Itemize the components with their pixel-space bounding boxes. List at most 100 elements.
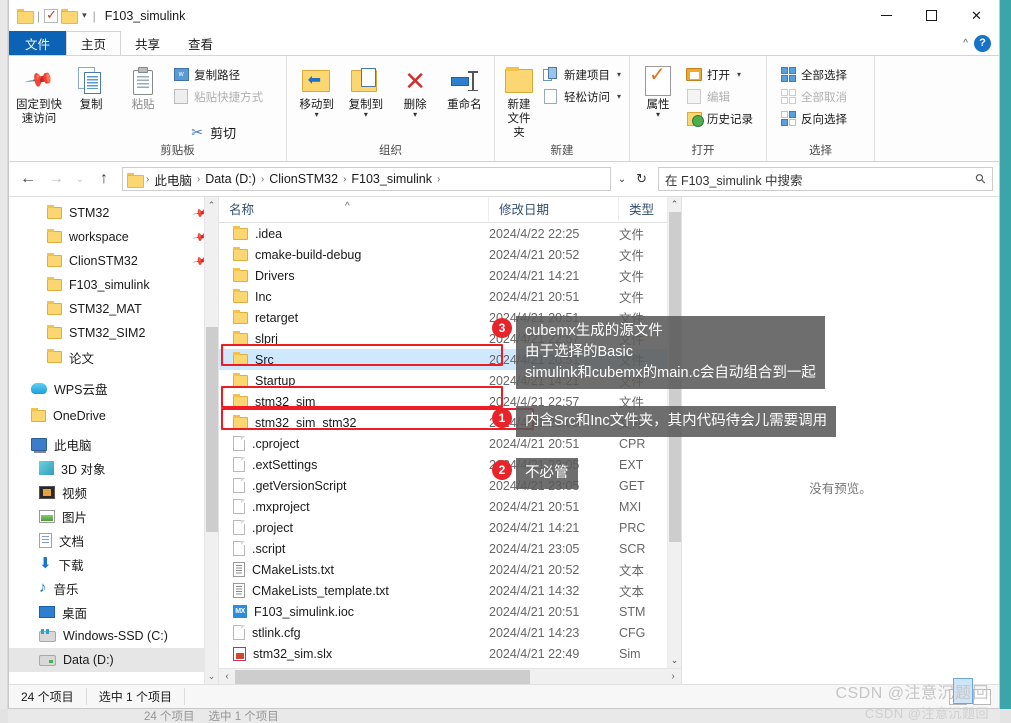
sidebar-item-music[interactable]: ♪ 音乐 [9,576,218,600]
navigation-pane-scrollbar[interactable]: ⌃ ⌄ [204,197,218,684]
tab-share[interactable]: 共享 [121,31,174,55]
recent-locations-button[interactable]: ⌄ [71,166,89,192]
chevron-down-icon[interactable]: ▾ [737,70,741,79]
sidebar-item-downloads[interactable]: ⬇ 下载 [9,552,218,576]
history-button[interactable]: 历史记录 [683,108,756,129]
paste-shortcut-button[interactable]: 粘贴快捷方式 [170,86,281,107]
breadcrumb-item-clionstm32[interactable]: ClionSTM32 [265,172,342,186]
edit-button[interactable]: 编辑 [683,86,756,107]
maximize-button[interactable] [909,0,954,31]
sidebar-item-lunwen[interactable]: 论文 [9,345,218,369]
breadcrumb-item-data-d[interactable]: Data (D:) [201,172,260,186]
scroll-up-icon[interactable]: ⌃ [668,197,681,212]
forward-button[interactable]: → [43,166,69,192]
sidebar-item-documents[interactable]: 文档 [9,528,218,552]
minimize-button[interactable] [864,0,909,31]
cut-button[interactable]: ✂ 剪切 [186,122,281,143]
sidebar-item-3d-objects[interactable]: 3D 对象 [9,456,218,480]
search-icon[interactable]: ⚲ [972,170,990,188]
table-row[interactable]: stm32_sim.slx 2024/4/21 22:49 Sim [219,643,681,664]
table-row[interactable]: Drivers 2024/4/21 14:21 文件 [219,265,681,286]
scroll-left-icon[interactable]: ‹ [219,671,235,682]
chevron-down-icon[interactable]: ⌄ [613,174,631,185]
sidebar-item-onedrive[interactable]: OneDrive [9,404,218,428]
copy-button[interactable]: 复制 [66,60,116,112]
sidebar-item-data-d[interactable]: Data (D:) [9,648,218,672]
breadcrumb-item-f103-simulink[interactable]: F103_simulink [347,172,436,186]
sidebar-item-clionstm32[interactable]: ClionSTM32 📌 [9,249,218,273]
open-button[interactable]: 打开 ▾ [683,64,756,85]
copy-to-button[interactable]: 复制到 ▾ [341,60,390,119]
refresh-icon[interactable]: ↻ [631,171,652,187]
select-none-button[interactable]: 全部取消 [777,86,850,107]
check-properties-icon[interactable] [44,7,59,23]
close-button[interactable]: ✕ [954,0,999,31]
column-header-name[interactable]: 名称 ^ [219,196,489,223]
chevron-down-icon[interactable]: ▾ [656,111,660,119]
select-all-button[interactable]: 全部选择 [777,64,850,85]
delete-button[interactable]: ✕ 删除 ▾ [391,60,440,119]
table-row[interactable]: .script 2024/4/21 23:05 SCR [219,538,681,559]
move-to-button[interactable]: ⬅ 移动到 ▾ [292,60,341,119]
scroll-down-icon[interactable]: ⌄ [668,653,681,668]
copy-path-button[interactable]: w 复制路径 [170,64,281,85]
tab-view[interactable]: 查看 [174,31,227,55]
hscrollbar-thumb[interactable] [235,670,530,684]
breadcrumb-separator[interactable]: › [436,174,441,185]
rename-button[interactable]: 重命名 [440,60,489,112]
sidebar-item-stm32-sim2[interactable]: STM32_SIM2 [9,321,218,345]
scroll-down-icon[interactable]: ⌄ [205,668,218,684]
new-item-button[interactable]: 新建项目 ▾ [540,64,624,85]
file-list-hscrollbar[interactable]: ‹ › [219,668,681,684]
paste-button[interactable]: 粘贴 [118,60,168,112]
chevron-down-icon[interactable]: ▾ [617,92,621,101]
column-header-date[interactable]: 修改日期 [489,196,619,223]
table-row[interactable]: .mxproject 2024/4/21 20:51 MXI [219,496,681,517]
scrollbar-thumb[interactable] [206,327,218,532]
search-input[interactable]: 在 F103_simulink 中搜索 ⚲ [658,167,993,191]
back-button[interactable]: ← [15,166,41,192]
delete-icon: ✕ [404,66,427,96]
sidebar-item-wps-cloud[interactable]: WPS云盘 [9,376,218,400]
sidebar-item-windows-ssd-c[interactable]: Windows-SSD (C:) [9,624,218,648]
sidebar-item-stm32-mat[interactable]: STM32_MAT [9,297,218,321]
invert-selection-button[interactable]: 反向选择 [777,108,850,129]
easy-access-button[interactable]: 轻松访问 ▾ [540,86,624,107]
address-bar[interactable]: › 此电脑 › Data (D:) › ClionSTM32 › F103_si… [122,167,611,191]
new-folder-quick-icon[interactable] [61,9,79,24]
chevron-down-icon[interactable]: ▾ [617,70,621,79]
table-row[interactable]: .project 2024/4/21 14:21 PRC [219,517,681,538]
table-row[interactable]: .extSettings 2024/4/21 23:05 EXT [219,454,681,475]
help-icon[interactable]: ? [974,34,991,52]
sidebar-item-videos[interactable]: 视频 [9,480,218,504]
table-row[interactable]: CMakeLists.txt 2024/4/21 20:52 文本 [219,559,681,580]
sidebar-item-pictures[interactable]: 图片 [9,504,218,528]
table-row[interactable]: .getVersionScript 2024/4/21 23:05 GET [219,475,681,496]
tab-home[interactable]: 主页 [66,31,122,55]
table-row[interactable]: stlink.cfg 2024/4/21 14:23 CFG [219,622,681,643]
tab-file[interactable]: 文件 [9,31,67,55]
sidebar-item-this-pc[interactable]: 此电脑 [9,432,218,456]
up-button[interactable]: ↑ [91,166,117,192]
chevron-down-icon[interactable]: ▾ [315,111,319,119]
chevron-down-icon[interactable]: ▾ [413,111,417,119]
scroll-up-icon[interactable]: ⌃ [205,197,218,213]
chevron-down-icon[interactable]: ▾ [364,111,368,119]
sidebar-item-f103-simulink[interactable]: F103_simulink [9,273,218,297]
chevron-down-icon[interactable]: ▾ [80,10,89,21]
sidebar-item-workspace[interactable]: workspace 📌 [9,225,218,249]
table-row[interactable]: Inc 2024/4/21 20:51 文件 [219,286,681,307]
sort-ascending-icon: ^ [345,200,350,212]
sidebar-item-desktop[interactable]: 桌面 [9,600,218,624]
table-row[interactable]: MX F103_simulink.ioc 2024/4/21 20:51 STM [219,601,681,622]
table-row[interactable]: cmake-build-debug 2024/4/21 20:52 文件 [219,244,681,265]
properties-button[interactable]: 属性 ▾ [635,60,681,119]
table-row[interactable]: .idea 2024/4/22 22:25 文件 [219,223,681,244]
new-folder-button[interactable]: 新建 文件夹 [500,60,538,140]
table-row[interactable]: CMakeLists_template.txt 2024/4/21 14:32 … [219,580,681,601]
pin-to-quick-access-button[interactable]: 📌 固定到快 速访问 [14,60,64,126]
scroll-right-icon[interactable]: › [665,671,681,682]
chevron-up-icon[interactable]: ^ [963,38,968,49]
sidebar-item-stm32[interactable]: STM32 📌 [9,201,218,225]
breadcrumb-item-this-pc[interactable]: 此电脑 [150,170,196,189]
